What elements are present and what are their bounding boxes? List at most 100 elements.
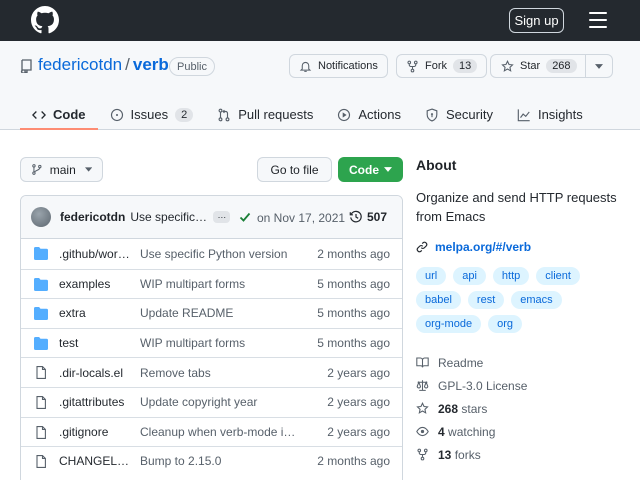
tab-pull-requests[interactable]: Pull requests (205, 99, 325, 130)
file-name[interactable]: .gitignore (59, 425, 131, 439)
repo-owner-link[interactable]: federicotdn (38, 55, 122, 75)
table-row[interactable]: .github/workflows Use specific Python ver… (21, 239, 402, 269)
readme-label: Readme (438, 355, 484, 370)
file-icon (36, 455, 46, 469)
sign-up-button[interactable]: Sign up (509, 8, 564, 33)
pull-request-icon (218, 108, 230, 121)
file-commit-message[interactable]: WIP multipart forms (140, 277, 300, 291)
topic-tag[interactable]: babel (416, 291, 461, 309)
file-commit-age: 2 years ago (327, 365, 390, 380)
commit-history-link[interactable]: 507 (349, 210, 387, 224)
file-browser: federicotdn Use specific Python version … (20, 195, 403, 480)
file-commit-message[interactable]: Update README (140, 306, 300, 320)
folder-icon (34, 247, 48, 260)
homepage-link[interactable]: melpa.org/#/verb (416, 240, 626, 254)
tab-code[interactable]: Code (20, 99, 98, 130)
branch-selector[interactable]: main (20, 157, 103, 182)
tab-issues-count: 2 (175, 107, 194, 122)
notifications-label: Notifications (318, 60, 378, 72)
menu-icon[interactable] (589, 12, 607, 28)
code-dropdown-button[interactable]: Code (338, 157, 403, 182)
repo-header: federicotdn / verb Public Notifications … (0, 41, 640, 130)
file-name[interactable]: CHANGELOG.md (59, 454, 131, 468)
topic-tag[interactable]: org (488, 315, 522, 333)
file-commit-message[interactable]: Remove tabs (140, 366, 300, 380)
tab-security[interactable]: Security (413, 99, 505, 130)
file-commit-age: 2 years ago (327, 395, 390, 410)
folder-icon (34, 307, 48, 321)
file-commit-message[interactable]: Cleanup when verb-mode is disabled (140, 425, 300, 439)
table-row[interactable]: .dir-locals.el Remove tabs 2 years ago (21, 357, 402, 387)
code-icon (32, 110, 46, 119)
table-row[interactable]: .gitignore Cleanup when verb-mode is disa… (21, 416, 402, 447)
fork-icon (417, 448, 428, 461)
stars-link[interactable]: 268 stars (416, 397, 626, 420)
watching-count: 4 (438, 424, 445, 439)
notifications-button[interactable]: Notifications (289, 54, 388, 78)
file-name[interactable]: .gitattributes (59, 395, 131, 409)
graph-icon (517, 108, 530, 121)
go-to-file-button[interactable]: Go to file (257, 157, 332, 182)
tab-code-label: Code (53, 107, 86, 122)
top-bar: Sign up (0, 0, 640, 41)
license-link[interactable]: GPL-3.0 License (416, 374, 626, 397)
star-count: 268 (546, 59, 577, 73)
repo-icon (20, 59, 32, 73)
file-commit-message[interactable]: Update copyright year (140, 395, 300, 409)
file-name[interactable]: .dir-locals.el (59, 366, 131, 380)
homepage-link-text: melpa.org/#/verb (435, 240, 532, 254)
topic-list: url api http client babel rest emacs org-mode or… (416, 267, 626, 333)
file-commit-message[interactable]: Use specific Python version (140, 247, 300, 261)
topic-tag[interactable]: client (536, 267, 580, 285)
topic-tag[interactable]: http (492, 267, 530, 285)
play-icon (338, 108, 351, 121)
watching-label: watching (448, 424, 496, 439)
tab-actions-label: Actions (358, 107, 401, 122)
history-icon (349, 210, 362, 223)
file-commit-message[interactable]: WIP multipart forms (140, 336, 300, 350)
commit-author[interactable]: federicotdn (60, 210, 125, 224)
table-row[interactable]: examples WIP multipart forms 5 months ago (21, 268, 402, 299)
fork-button[interactable]: Fork 13 (396, 54, 488, 78)
forks-count: 13 (438, 447, 452, 462)
table-row[interactable]: .gitattributes Update copyright year 2 yea… (21, 386, 402, 417)
topic-tag[interactable]: org-mode (416, 315, 482, 333)
file-name[interactable]: extra (59, 306, 131, 320)
tab-issues[interactable]: Issues 2 (98, 99, 206, 130)
topic-tag[interactable]: emacs (511, 291, 562, 309)
repo-separator: / (125, 55, 130, 74)
commit-date[interactable]: on Nov 17, 2021 (257, 211, 345, 225)
star-icon (501, 59, 514, 72)
tab-insights[interactable]: Insights (505, 99, 595, 130)
forks-link[interactable]: 13 forks (416, 443, 626, 466)
book-icon (416, 357, 429, 368)
file-commit-message[interactable]: Bump to 2.15.0 (140, 454, 300, 468)
star-button-group: Star 268 (490, 54, 613, 78)
topic-tag[interactable]: url (416, 267, 447, 285)
file-commit-age: 2 months ago (317, 246, 390, 261)
readme-link[interactable]: Readme (416, 351, 626, 374)
tab-actions[interactable]: Actions (325, 99, 413, 130)
avatar[interactable] (31, 207, 51, 227)
topic-tag[interactable]: api (453, 267, 486, 285)
file-name[interactable]: .github/workflows (59, 247, 131, 261)
watchers-link[interactable]: 4 watching (416, 420, 626, 443)
star-button[interactable]: Star 268 (491, 55, 586, 77)
about-sidebar: About Organize and send HTTP requests fr… (416, 157, 626, 466)
stars-label: stars (461, 401, 488, 416)
commit-message[interactable]: Use specific Python version (130, 210, 208, 224)
topic-tag[interactable]: rest (467, 291, 505, 309)
star-dropdown-button[interactable] (586, 55, 612, 77)
folder-icon (34, 277, 48, 291)
code-button-label: Code (349, 162, 379, 177)
commit-expand-button[interactable]: … (213, 211, 231, 223)
table-row[interactable]: CHANGELOG.md Bump to 2.15.0 2 months ago (21, 446, 402, 476)
table-row[interactable]: extra Update README 5 months ago (21, 298, 402, 328)
file-name[interactable]: examples (59, 277, 131, 291)
file-name[interactable]: test (59, 336, 131, 350)
table-row[interactable]: test WIP multipart forms 5 months ago (21, 327, 402, 358)
triangle-down-icon (84, 167, 92, 172)
github-logo-icon[interactable] (31, 6, 59, 34)
issue-icon (110, 108, 123, 121)
repo-name-link[interactable]: verb (133, 55, 169, 75)
